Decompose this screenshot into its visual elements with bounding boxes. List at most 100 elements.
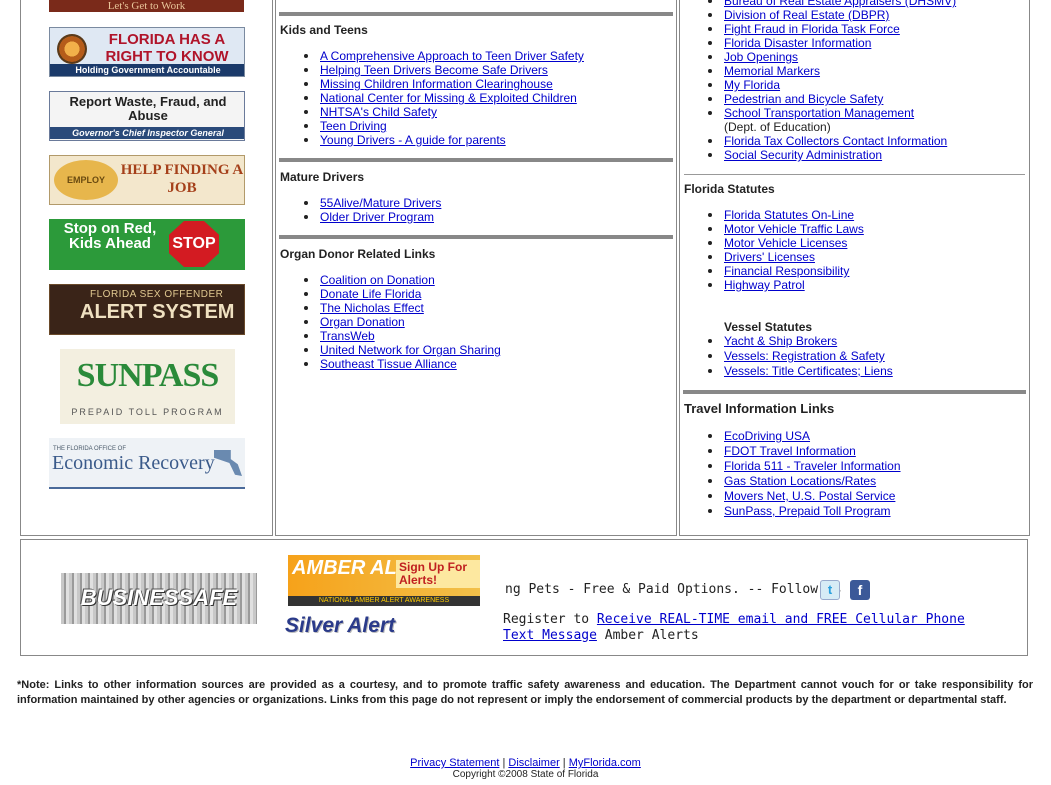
list-item: Division of Real Estate (DBPR): [680, 8, 956, 22]
organ-link-southeast-tissue[interactable]: Southeast Tissue Alliance: [320, 357, 457, 371]
section-divider: [279, 158, 673, 162]
statutes-link-drivers-licenses[interactable]: Drivers' Licenses: [724, 250, 815, 264]
right-to-know-title: FLORIDA HAS A RIGHT TO KNOW: [105, 31, 229, 65]
list-item: Motor Vehicle Traffic Laws: [680, 222, 864, 236]
link-pedestrian-bicycle[interactable]: Pedestrian and Bicycle Safety: [724, 92, 883, 106]
link-social-security[interactable]: Social Security Administration: [724, 148, 882, 162]
kids-link-teen-driver-safety[interactable]: A Comprehensive Approach to Teen Driver …: [320, 49, 584, 63]
travel-link-florida-511[interactable]: Florida 511 - Traveler Information: [724, 459, 901, 473]
kids-link-missing-children[interactable]: Missing Children Information Clearinghou…: [320, 77, 553, 91]
travel-link-movers-net[interactable]: Movers Net, U.S. Postal Service: [724, 489, 895, 503]
list-item: Helping Teen Drivers Become Safe Drivers: [276, 63, 584, 77]
travel-link-sunpass[interactable]: SunPass, Prepaid Toll Program: [724, 504, 891, 518]
vessel-link-title-certificates[interactable]: Vessels: Title Certificates; Liens: [724, 364, 893, 378]
florida-right-to-know-banner[interactable]: FLORIDA HAS A RIGHT TO KNOW Holding Gove…: [49, 27, 245, 77]
report-waste-subtitle: Governor's Chief Inspector General: [50, 127, 244, 139]
register-suffix: Amber Alerts: [604, 628, 699, 643]
statutes-link-vehicle-licenses[interactable]: Motor Vehicle Licenses: [724, 236, 847, 250]
register-prefix: Register to: [503, 612, 590, 627]
scrolling-ticker-text: ng Pets - Free & Paid Options. -- Follow…: [505, 582, 866, 597]
travel-info-heading: Travel Information Links: [684, 401, 835, 416]
organ-link-organ-donation[interactable]: Organ Donation: [320, 315, 405, 329]
kids-link-young-drivers[interactable]: Young Drivers - A guide for parents: [320, 133, 506, 147]
list-item: Social Security Administration: [680, 148, 956, 162]
florida-statutes-list: Florida Statutes On-Line Motor Vehicle T…: [680, 208, 864, 292]
vessel-link-yacht-brokers[interactable]: Yacht & Ship Brokers: [724, 334, 837, 348]
footer-links: Privacy Statement | Disclaimer | MyFlori…: [10, 757, 1041, 769]
sunpass-banner[interactable]: SUNPASS PREPAID TOLL PROGRAM: [60, 349, 235, 424]
list-item: Bureau of Real Estate Appraisers (DHSMV): [680, 0, 956, 8]
kids-link-ncmec[interactable]: National Center for Missing & Exploited …: [320, 91, 577, 105]
silver-alert-banner[interactable]: Silver Alert: [285, 614, 445, 642]
get-to-work-banner[interactable]: Let's Get to Work: [49, 0, 244, 12]
disclaimer-link[interactable]: Disclaimer: [508, 757, 559, 769]
link-division-real-estate[interactable]: Division of Real Estate (DBPR): [724, 8, 889, 22]
middle-column: Kids and Teens A Comprehensive Approach …: [275, 0, 677, 536]
link-disaster-info[interactable]: Florida Disaster Information: [724, 36, 871, 50]
link-school-transportation[interactable]: School Transportation Management: [724, 106, 914, 120]
kids-link-teen-driving[interactable]: Teen Driving: [320, 119, 387, 133]
travel-link-gas-stations[interactable]: Gas Station Locations/Rates: [724, 474, 876, 488]
footer-separator: |: [502, 757, 506, 769]
report-waste-banner[interactable]: Report Waste, Fraud, and Abuse Governor'…: [49, 91, 245, 141]
links-table: Let's Get to Work FLORIDA HAS A RIGHT TO…: [20, 0, 1030, 536]
amber-alert-banner[interactable]: AMBER ALERT Sign Up For Alerts! NATIONAL…: [288, 555, 480, 606]
link-my-florida[interactable]: My Florida: [724, 78, 780, 92]
vessel-link-registration[interactable]: Vessels: Registration & Safety: [724, 349, 885, 363]
business-safe-text: BUSINESSAFE: [80, 585, 238, 610]
florida-map-icon: [214, 450, 242, 476]
mature-link-55alive[interactable]: 55Alive/Mature Drivers: [320, 196, 441, 210]
organ-donor-list: Coalition on Donation Donate Life Florid…: [276, 273, 501, 371]
list-item: Drivers' Licenses: [680, 250, 864, 264]
get-to-work-text: Let's Get to Work: [107, 0, 186, 12]
travel-link-fdot[interactable]: FDOT Travel Information: [724, 444, 856, 458]
organ-link-nicholas-effect[interactable]: The Nicholas Effect: [320, 301, 424, 315]
link-job-openings[interactable]: Job Openings: [724, 50, 798, 64]
kids-link-helping-teen-drivers[interactable]: Helping Teen Drivers Become Safe Drivers: [320, 63, 548, 77]
organ-link-donate-life[interactable]: Donate Life Florida: [320, 287, 421, 301]
kids-link-nhtsa[interactable]: NHTSA's Child Safety: [320, 105, 437, 119]
econ-recovery-title: Economic Recovery: [52, 452, 215, 474]
mature-link-older-driver[interactable]: Older Driver Program: [320, 210, 434, 224]
list-item: Yacht & Ship Brokers: [680, 334, 893, 349]
list-item: Vessels: Title Certificates; Liens: [680, 364, 893, 379]
statutes-link-online[interactable]: Florida Statutes On-Line: [724, 208, 854, 222]
statutes-link-financial-responsibility[interactable]: Financial Responsibility: [724, 264, 849, 278]
business-safe-banner[interactable]: BUSINESSAFE: [61, 573, 257, 624]
travel-link-ecodriving[interactable]: EcoDriving USA: [724, 429, 810, 443]
link-real-estate-appraisers[interactable]: Bureau of Real Estate Appraisers (DHSMV): [724, 0, 956, 8]
stop-on-red-banner[interactable]: Stop on Red, Kids Ahead STOP: [49, 219, 245, 270]
organ-link-transweb[interactable]: TransWeb: [320, 329, 375, 343]
link-tax-collectors[interactable]: Florida Tax Collectors Contact Informati…: [724, 134, 947, 148]
link-fight-fraud[interactable]: Fight Fraud in Florida Task Force: [724, 22, 900, 36]
list-item: Highway Patrol: [680, 278, 864, 292]
organ-link-coalition[interactable]: Coalition on Donation: [320, 273, 435, 287]
privacy-statement-link[interactable]: Privacy Statement: [410, 757, 499, 769]
sex-offender-alert-banner[interactable]: FLORIDA SEX OFFENDER ALERT SYSTEM: [49, 284, 245, 335]
kids-teens-list: A Comprehensive Approach to Teen Driver …: [276, 49, 584, 147]
section-divider: [683, 390, 1026, 394]
florida-statutes-heading: Florida Statutes: [684, 182, 775, 196]
mature-drivers-heading: Mature Drivers: [280, 170, 365, 184]
myflorida-link[interactable]: MyFlorida.com: [569, 757, 641, 769]
list-item: The Nicholas Effect: [276, 301, 501, 315]
statutes-link-highway-patrol[interactable]: Highway Patrol: [724, 278, 805, 292]
organ-link-unos[interactable]: United Network for Organ Sharing: [320, 343, 501, 357]
school-transportation-note: (Dept. of Education): [724, 120, 831, 134]
twitter-icon[interactable]: t: [820, 580, 840, 600]
bottom-banner-row: BUSINESSAFE AMBER ALERT Sign Up For Aler…: [20, 539, 1028, 656]
sunpass-logo-text: SUNPASS: [76, 357, 220, 394]
list-item: TransWeb: [276, 329, 501, 343]
sunpass-subtitle: PREPAID TOLL PROGRAM: [71, 407, 224, 417]
link-memorial-markers[interactable]: Memorial Markers: [724, 64, 820, 78]
employ-florida-banner[interactable]: EMPLOY FLORIDA HELP FINDING A JOB: [49, 155, 245, 205]
facebook-icon[interactable]: f: [850, 580, 870, 600]
travel-info-list: EcoDriving USA FDOT Travel Information F…: [680, 429, 901, 519]
list-item: National Center for Missing & Exploited …: [276, 91, 584, 105]
statutes-link-traffic-laws[interactable]: Motor Vehicle Traffic Laws: [724, 222, 864, 236]
vessel-statutes-list: Yacht & Ship Brokers Vessels: Registrati…: [680, 334, 893, 379]
sex-offender-title: FLORIDA SEX OFFENDER: [90, 289, 224, 300]
stop-on-red-text: Stop on Red, Kids Ahead: [63, 220, 157, 252]
list-item: Gas Station Locations/Rates: [680, 474, 901, 489]
economic-recovery-banner[interactable]: THE FLORIDA OFFICE OF Economic Recovery: [49, 438, 245, 489]
